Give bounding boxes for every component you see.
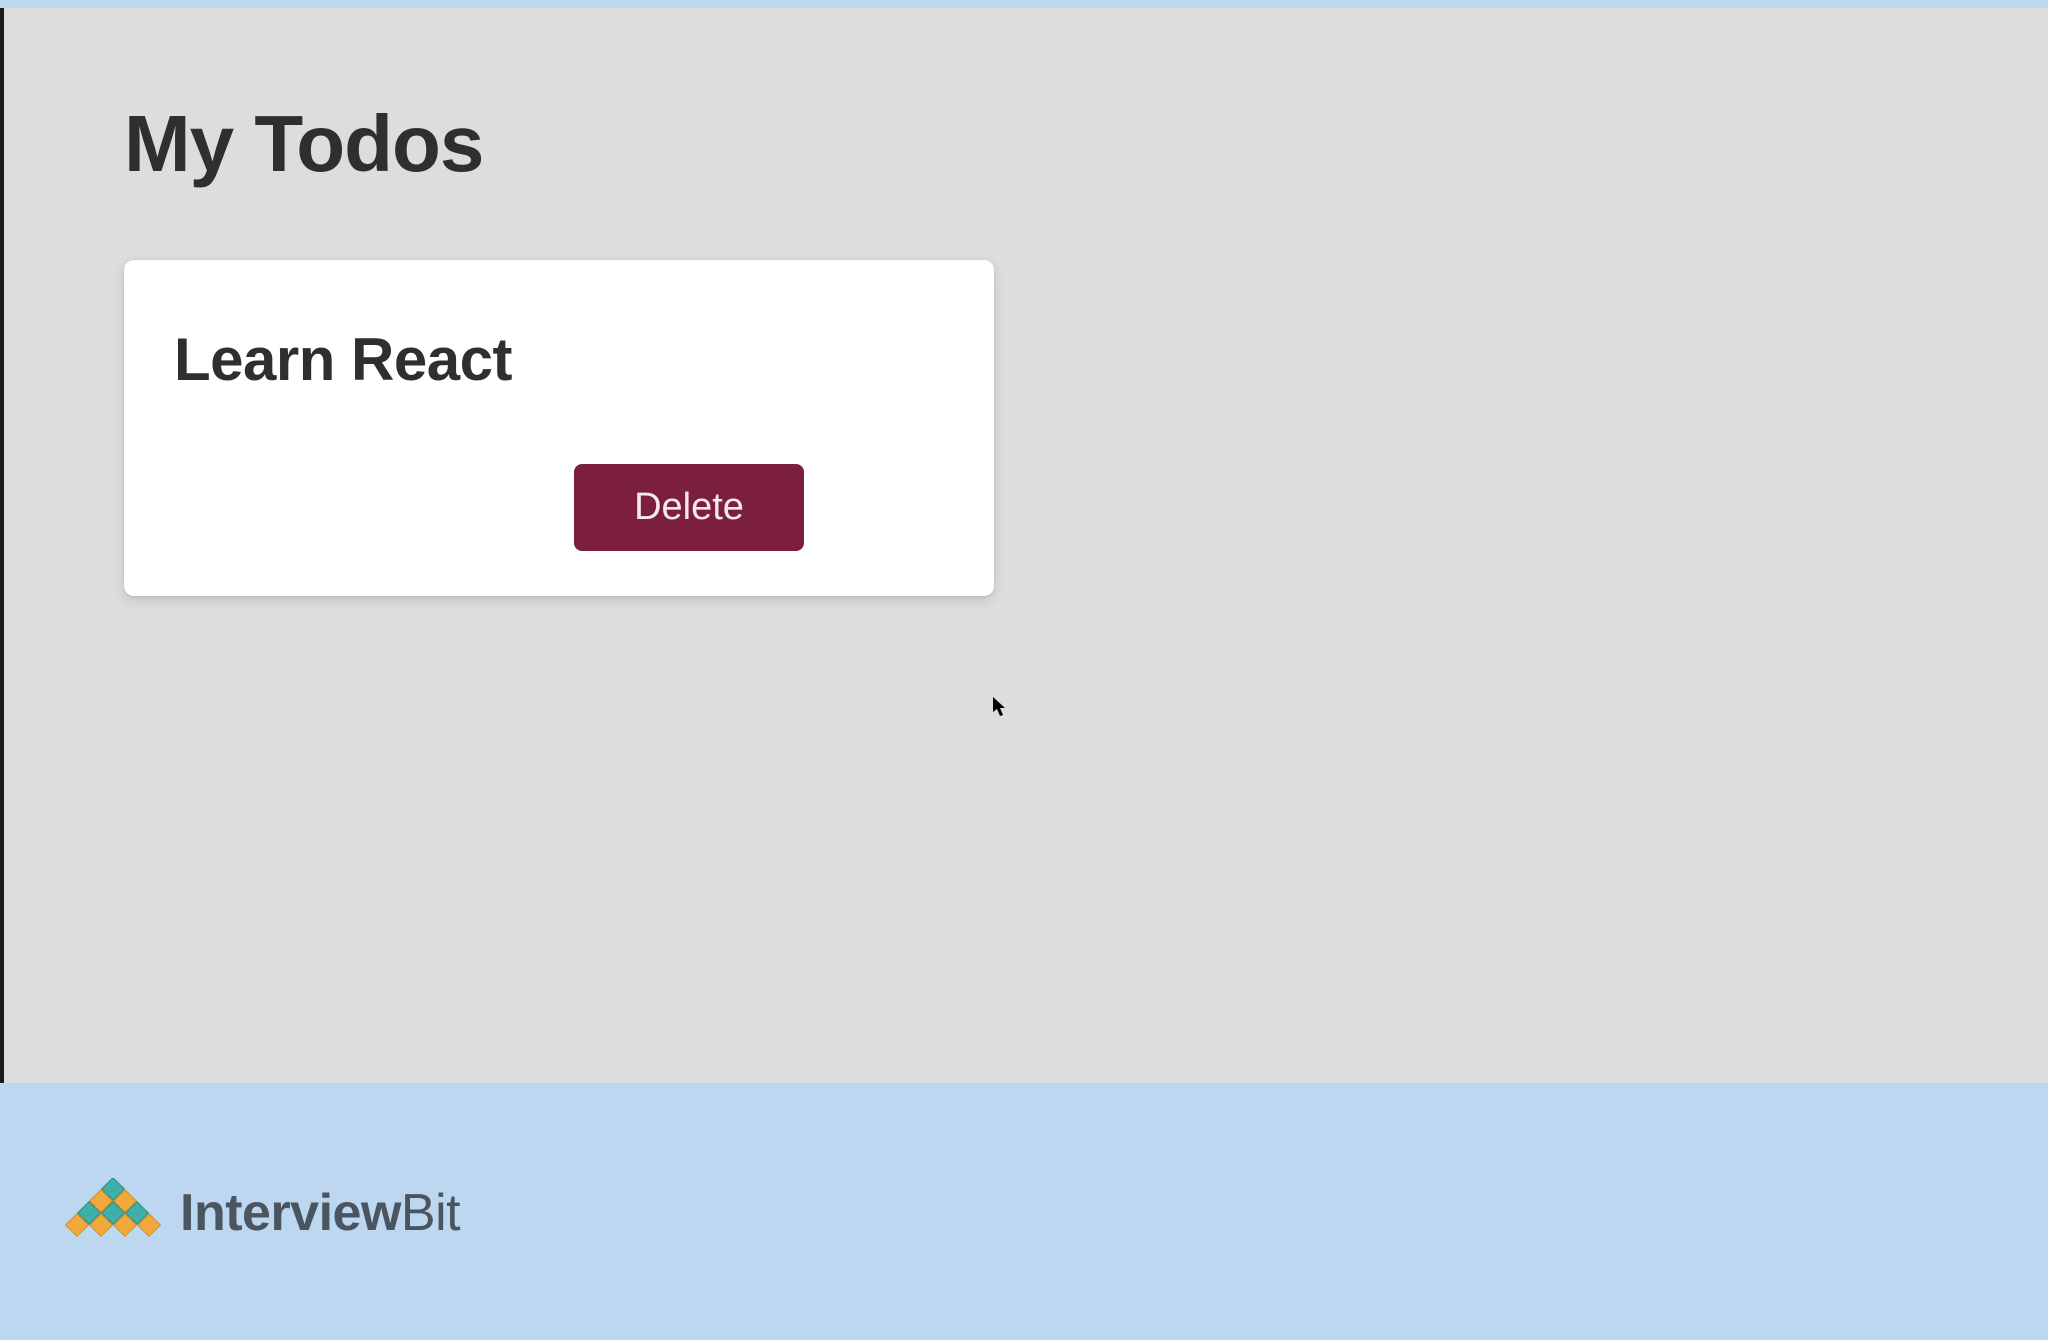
brand-text-light: Bit xyxy=(401,1184,460,1242)
delete-button[interactable]: Delete xyxy=(574,464,804,551)
footer-bar: InterviewBit xyxy=(0,1085,2048,1340)
brand: InterviewBit xyxy=(58,1178,460,1248)
app-viewport: My Todos Learn React Delete xyxy=(0,8,2048,1083)
todo-card: Learn React Delete xyxy=(124,260,994,596)
cursor-icon xyxy=(992,696,1008,718)
todo-title: Learn React xyxy=(174,325,944,394)
brand-text-bold: Interview xyxy=(180,1184,401,1242)
button-row: Delete xyxy=(174,464,944,551)
outer-wrap: My Todos Learn React Delete xyxy=(0,0,2048,1083)
content-area: My Todos Learn React Delete xyxy=(4,8,2048,596)
brand-logo-icon xyxy=(58,1178,168,1248)
page-title: My Todos xyxy=(124,98,1928,190)
brand-text: InterviewBit xyxy=(180,1183,460,1243)
